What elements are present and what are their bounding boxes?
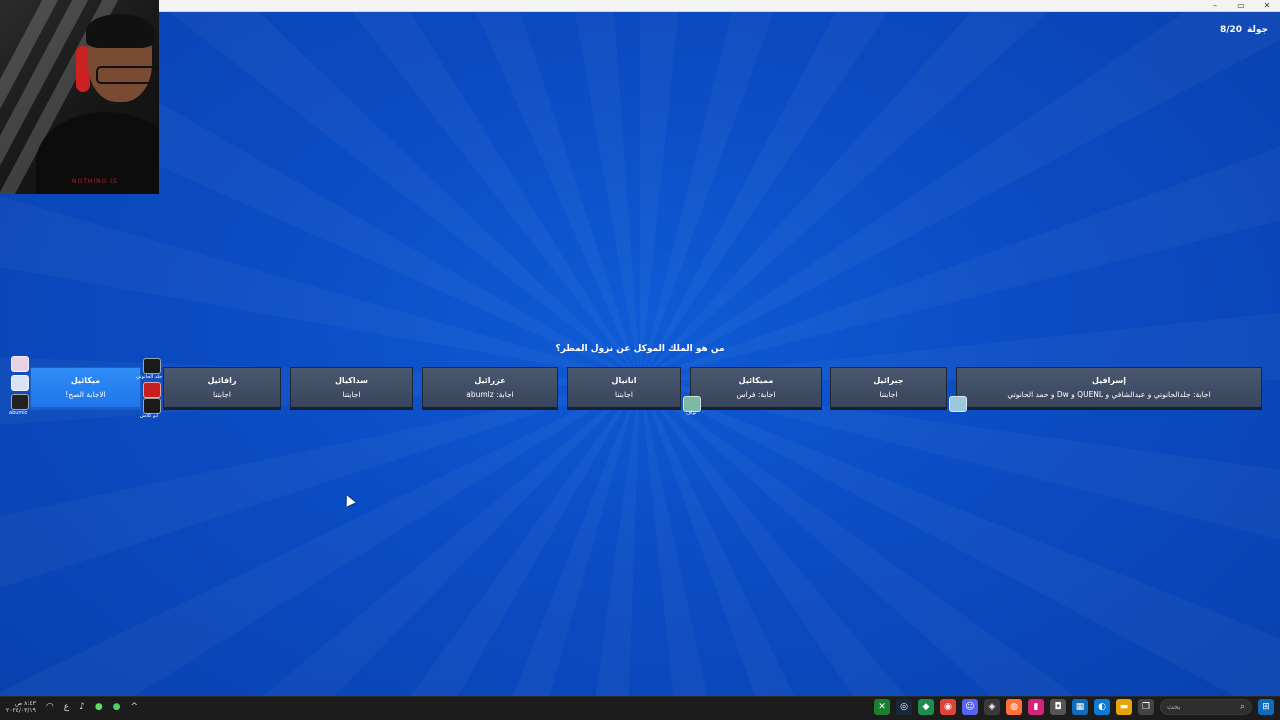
player-avatar [143,358,161,374]
answer-text: اجابة: جلدالحانوتي و عبدالشافي و QUENL و… [1007,390,1211,399]
taskview-icon[interactable]: ❐ [1138,699,1154,715]
avatar-label: نواف [686,410,697,416]
answer-text: اجابة: abumlz [466,390,514,399]
minimize-button[interactable]: – [1210,0,1220,11]
app-icon[interactable]: ▮ [1028,699,1044,715]
answer-box-sadakial[interactable]: سداكيال اجابتنا [290,367,413,410]
store-icon[interactable]: ▦ [1072,699,1088,715]
answer-name: انانيال [611,376,637,385]
webcam-overlay: NOTHING IS [0,0,159,194]
answer-text: اجابتنا [213,390,231,399]
search-placeholder: بحث [1167,703,1181,711]
status-dot-icon[interactable]: ● [113,702,121,712]
avatar-label: ابو كلاش [140,413,159,419]
answer-name: جبرائيل [873,376,904,385]
answer-name: رافائيل [207,376,237,385]
avatar-label: جلد الحانوتي [136,374,163,380]
answer-name: سداكيال [334,376,369,385]
answer-text: الاجابة الصح! [65,390,106,399]
discord-icon[interactable]: ☺ [962,699,978,715]
maps-icon[interactable]: ◆ [918,699,934,715]
answer-box-azrail[interactable]: عزرائيل اجابة: abumlz [422,367,558,410]
answer-name: إسرافيل [1092,376,1126,385]
taskbar: ٨:٤٣ ص ٢٠٢٤/٠٣/١٩ ◠ ع ♪ ● ● ^ ✕ ◎ ◆ ◉ ☺ … [0,696,1280,720]
chevron-up-icon[interactable]: ^ [131,702,139,712]
restore-button[interactable]: ▭ [1236,0,1246,11]
answer-text: اجابتنا [615,390,633,399]
answer-box-israfil[interactable]: إسرافيل اجابة: جلدالحانوتي و عبدالشافي و… [956,367,1262,410]
player-avatar [11,356,29,372]
chrome-icon[interactable]: ◉ [940,699,956,715]
shirt-text: NOTHING IS [72,178,118,185]
answer-name: مميكائيل [738,376,774,385]
wifi-icon[interactable]: ◠ [46,702,54,712]
answer-text: اجابة: فراس [736,390,776,399]
player-avatar [11,375,29,391]
answer-box-ananial[interactable]: انانيال اجابتنا [567,367,681,410]
answer-text: اجابتنا [879,390,898,399]
lang-indicator[interactable]: ع [64,702,69,712]
round-label: جولة [1247,25,1268,35]
answer-name: عزرائيل [474,376,506,385]
close-button[interactable]: ✕ [1262,0,1272,11]
search-icon: ⌕ [1239,702,1245,712]
taskbar-search[interactable]: بحث ⌕ [1160,699,1252,715]
player-avatar [143,398,161,414]
steam-icon[interactable]: ◎ [896,699,912,715]
player-avatar [11,394,29,410]
answer-box-mmikail[interactable]: مميكائيل اجابة: فراس [690,367,822,410]
taskbar-clock[interactable]: ٨:٤٣ ص ٢٠٢٤/٠٣/١٩ [6,700,36,714]
game-icon[interactable]: ◈ [984,699,1000,715]
edge-icon[interactable]: ◐ [1094,699,1110,715]
answer-box-jibrail[interactable]: جبرائيل اجابتنا [830,367,947,410]
round-indicator: جولة 8/20 [1220,25,1268,35]
mouse-cursor [342,493,356,507]
clock-date: ٢٠٢٤/٠٣/١٩ [6,707,36,714]
answer-name: ميكائيل [70,376,101,385]
windows-start-icon[interactable]: ⊞ [1258,699,1274,715]
microphone-icon[interactable]: ♪ [79,702,85,712]
answer-box-rafail[interactable]: رافائيل اجابتنا [163,367,281,410]
xbox-icon[interactable]: ✕ [874,699,890,715]
answer-text: اجابتنا [342,390,361,399]
answer-box-mikail[interactable]: ميكائيل الاجابة الصح! [30,367,141,410]
firefox-icon[interactable]: ◍ [1006,699,1022,715]
camera-icon[interactable]: ◘ [1050,699,1066,715]
round-value: 8/20 [1219,25,1243,35]
avatar-label: abumlz [9,410,28,416]
folder-icon[interactable]: ▬ [1116,699,1132,715]
sync-icon[interactable]: ● [95,702,103,712]
clock-time: ٨:٤٣ ص [14,700,36,707]
player-avatar [143,382,161,398]
window-titlebar: – ▭ ✕ [159,0,1280,12]
player-avatar [949,396,967,412]
question-text: من هو الملك الموكل عن نزول المطر؟ [555,344,725,354]
